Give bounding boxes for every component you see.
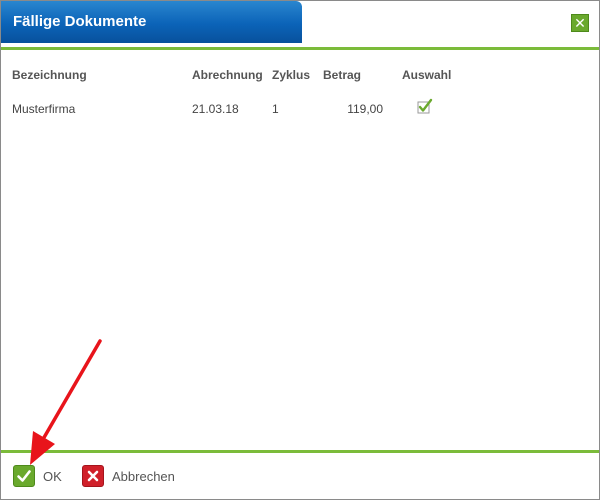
header-betrag: Betrag bbox=[323, 68, 362, 82]
cancel-x-icon bbox=[82, 465, 104, 487]
ok-label: OK bbox=[43, 468, 62, 484]
header-divider bbox=[1, 47, 599, 50]
header-zyklus: Zyklus bbox=[272, 68, 311, 82]
ok-check-icon bbox=[13, 465, 35, 487]
table-row[interactable]: Musterfirma 21.03.18 1 119,00 bbox=[1, 98, 599, 118]
cancel-label: Abbrechen bbox=[112, 468, 175, 484]
cell-betrag: 119,00 bbox=[347, 102, 383, 116]
close-icon: ✕ bbox=[574, 15, 586, 31]
dialog-window: Fällige Dokumente ✕ Bezeichnung Abrechnu… bbox=[0, 0, 600, 500]
footer-divider bbox=[1, 450, 599, 453]
ok-button[interactable]: OK bbox=[13, 464, 62, 488]
header-abrechnung: Abrechnung bbox=[192, 68, 263, 82]
dialog-title: Fällige Dokumente bbox=[1, 1, 302, 43]
checkmark-icon bbox=[417, 98, 433, 114]
cell-zyklus: 1 bbox=[272, 102, 279, 116]
header-auswahl: Auswahl bbox=[402, 68, 452, 82]
cell-abrechnung: 21.03.18 bbox=[192, 102, 239, 116]
cell-bezeichnung: Musterfirma bbox=[12, 102, 76, 116]
header-bezeichnung: Bezeichnung bbox=[12, 68, 87, 82]
table-header: Bezeichnung Abrechnung Zyklus Betrag Aus… bbox=[1, 68, 599, 84]
close-button[interactable]: ✕ bbox=[571, 14, 589, 32]
selection-checkbox[interactable] bbox=[417, 98, 433, 114]
cancel-button[interactable]: Abbrechen bbox=[82, 464, 175, 488]
